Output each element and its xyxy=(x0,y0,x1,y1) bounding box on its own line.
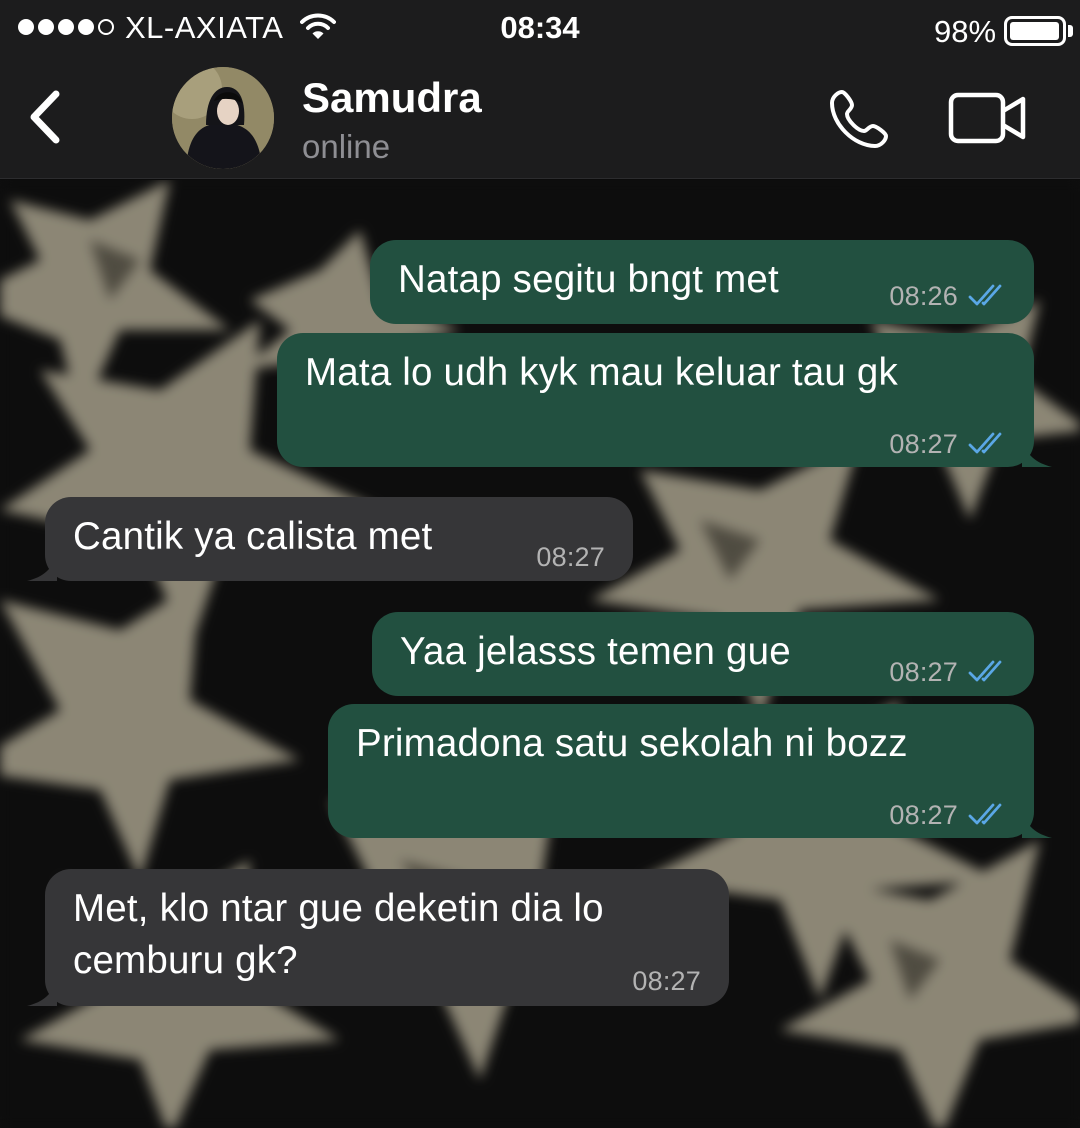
message-time: 08:26 xyxy=(889,281,958,311)
message-meta: 08:27 xyxy=(536,531,605,583)
message-meta: 08:26 xyxy=(889,270,1010,322)
message-meta: 08:27 xyxy=(889,646,1010,698)
back-chevron-icon[interactable] xyxy=(22,86,72,148)
bubble-tail xyxy=(1022,439,1052,467)
chat-area[interactable]: Natap segitu bngt met 08:26 Mata lo udh … xyxy=(0,180,1080,1128)
bubble-tail xyxy=(1022,810,1052,838)
message-time: 08:27 xyxy=(536,542,605,572)
bubble-tail xyxy=(27,553,57,581)
message-time: 08:27 xyxy=(889,429,958,459)
message-meta: 08:27 xyxy=(889,418,1010,470)
read-receipt-icon xyxy=(968,803,1002,825)
contact-status: online xyxy=(302,128,391,165)
message-text-line: Met, klo ntar gue deketin dia lo xyxy=(73,887,604,930)
contact-name[interactable]: Samudra xyxy=(302,74,482,122)
read-receipt-icon xyxy=(968,432,1002,454)
message-bubble-outgoing[interactable]: Natap segitu bngt met 08:26 xyxy=(370,240,1034,324)
message-bubble-outgoing[interactable]: Primadona satu sekolah ni bozz 08:27 xyxy=(328,704,1052,841)
message-bubble-outgoing[interactable]: Yaa jelasss temen gue 08:27 xyxy=(372,612,1034,696)
video-camera-icon[interactable] xyxy=(948,92,1028,144)
message-time: 08:27 xyxy=(889,657,958,687)
message-time: 08:27 xyxy=(632,966,701,996)
read-receipt-icon xyxy=(968,660,1002,682)
battery-cap xyxy=(1068,25,1073,37)
message-text: Mata lo udh kyk mau keluar tau gk xyxy=(305,351,898,394)
message-bubble-incoming[interactable]: Cantik ya calista met 08:27 xyxy=(27,497,633,583)
message-text: Primadona satu sekolah ni bozz xyxy=(356,722,908,765)
read-receipt-icon xyxy=(968,284,1002,306)
bubble-tail xyxy=(27,978,57,1006)
message-bubble-incoming[interactable]: Met, klo ntar gue deketin dia lo cemburu… xyxy=(27,869,729,1007)
message-meta: 08:27 xyxy=(889,789,1010,841)
message-bubble-outgoing[interactable]: Mata lo udh kyk mau keluar tau gk 08:27 xyxy=(277,333,1052,470)
message-text-line: cemburu gk? xyxy=(73,939,298,982)
message-text: Cantik ya calista met xyxy=(73,515,433,558)
battery-icon xyxy=(1004,16,1066,46)
message-text: Natap segitu bngt met xyxy=(398,258,779,301)
avatar[interactable] xyxy=(172,67,274,169)
battery-percentage: 98% xyxy=(934,14,997,49)
message-time: 08:27 xyxy=(889,800,958,830)
phone-icon[interactable] xyxy=(828,88,890,150)
message-text: Yaa jelasss temen gue xyxy=(400,630,791,673)
message-meta: 08:27 xyxy=(632,955,701,1007)
status-time: 08:34 xyxy=(500,10,580,45)
status-bar: XL-AXIATA 08:34 98% xyxy=(0,0,1080,56)
chat-header: Samudra online xyxy=(0,56,1080,179)
